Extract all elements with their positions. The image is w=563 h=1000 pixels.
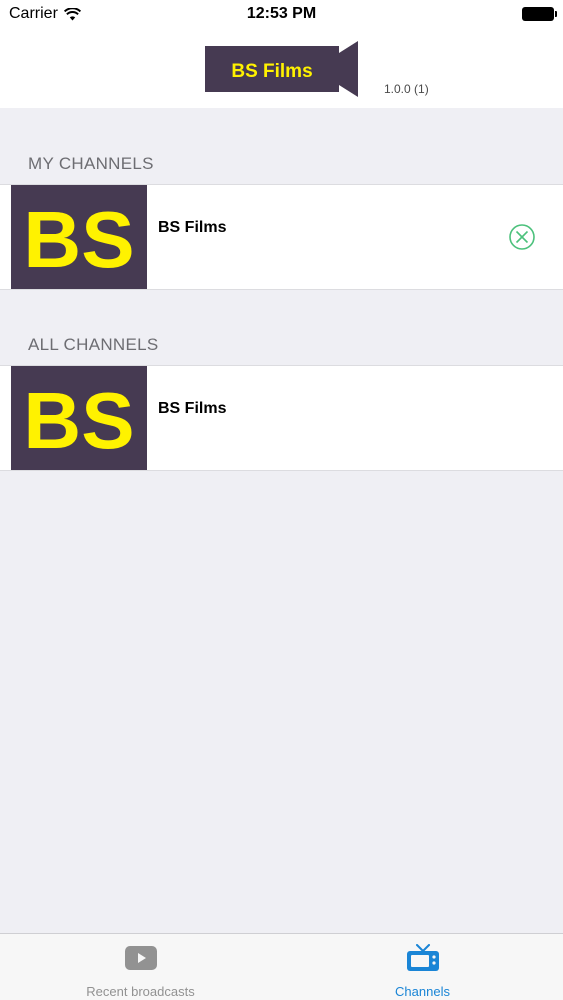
battery-icon — [522, 7, 557, 21]
tab-label: Channels — [395, 984, 450, 999]
channel-name: BS Films — [158, 219, 227, 236]
channel-thumbnail: BS — [11, 366, 147, 470]
app-version: 1.0.0 (1) — [384, 82, 429, 96]
tab-bar: Recent broadcasts Channels — [0, 933, 563, 1000]
tab-recent-broadcasts[interactable]: Recent broadcasts — [0, 934, 281, 1000]
svg-text:BS: BS — [23, 376, 134, 465]
logo-text: BS Films — [231, 61, 312, 82]
channel-row-all-bs-films[interactable]: BS BS Films — [0, 365, 563, 471]
tab-label: Recent broadcasts — [86, 984, 195, 999]
app-header: BS Films 1.0.0 (1) — [0, 30, 563, 108]
status-time: 12:53 PM — [246, 5, 317, 22]
app-logo: BS Films — [205, 41, 358, 97]
section-header-my-channels: MY CHANNELS — [28, 154, 154, 173]
play-icon — [124, 946, 157, 970]
remove-channel-icon[interactable] — [508, 223, 536, 251]
channel-name: BS Films — [158, 400, 227, 417]
status-bar: Carrier 12:53 PM — [0, 0, 563, 30]
tv-icon — [406, 944, 439, 971]
channel-row-my-bs-films[interactable]: BS BS Films — [0, 184, 563, 290]
section-header-all-channels: ALL CHANNELS — [28, 335, 159, 354]
tab-channels[interactable]: Channels — [282, 934, 563, 1000]
channel-thumbnail: BS — [11, 185, 147, 289]
svg-text:BS: BS — [23, 195, 134, 284]
